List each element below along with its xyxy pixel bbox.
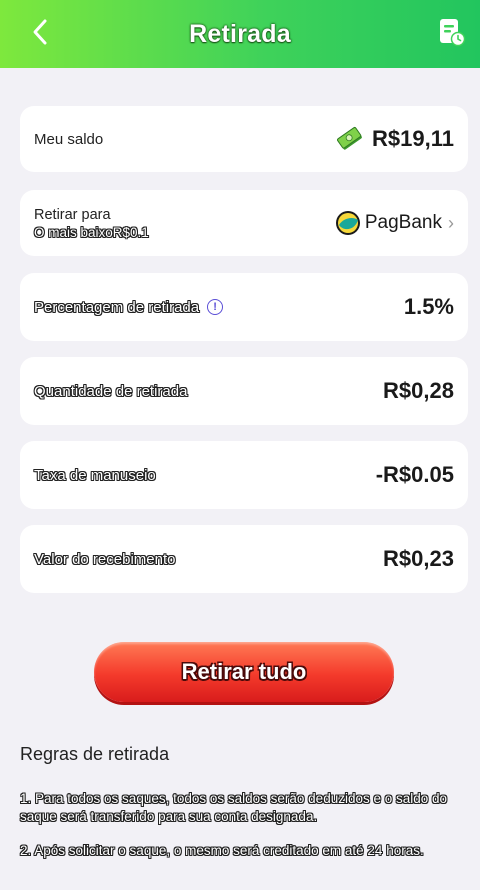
withdrawal-page: Retirada Meu saldo R$19,11 Retirar para … (0, 0, 480, 890)
receipt-label: Valor do recebimento (34, 550, 176, 568)
balance-value-group: R$19,11 (336, 125, 454, 153)
money-stack-icon (337, 127, 362, 150)
rule-item-2: 2. Após solicitar o saque, o mesmo será … (20, 843, 424, 858)
fee-label: Taxa de manuseio (34, 466, 156, 484)
rules-title: Regras de retirada (20, 744, 170, 764)
balance-card: Meu saldo R$19,11 (20, 106, 468, 172)
records-button[interactable] (436, 16, 468, 48)
minimum-amount-text: O mais baixoR$0.1 (34, 224, 149, 240)
fee-value: -R$0.05 (375, 462, 454, 487)
header-bar: Retirada (0, 0, 480, 68)
pagbank-logo-icon (335, 211, 360, 235)
quantity-value: R$0,28 (383, 378, 454, 403)
percentage-label: Percentagem de retirada (34, 298, 200, 316)
receipt-card: Valor do recebimento R$0,23 (20, 525, 468, 593)
chevron-left-icon (33, 19, 47, 45)
withdraw-all-button[interactable]: Retirar tudo (94, 642, 394, 702)
page-title: Retirada (189, 19, 291, 48)
withdraw-to-card[interactable]: Retirar para O mais baixoR$0.1 PagBank › (20, 190, 468, 256)
fee-card: Taxa de manuseio -R$0.05 (20, 441, 468, 509)
info-icon[interactable]: ! (207, 299, 224, 315)
percentage-label-group: Percentagem de retirada ! (34, 298, 224, 316)
back-button[interactable] (24, 16, 56, 48)
withdraw-to-label: Retirar para (34, 206, 111, 223)
receipt-value: R$0,23 (383, 546, 454, 571)
withdraw-all-label: Retirar tudo (181, 659, 307, 684)
percentage-card: Percentagem de retirada ! 1.5% (20, 273, 468, 341)
balance-label: Meu saldo (34, 130, 104, 148)
quantity-card: Quantidade de retirada R$0,28 (20, 357, 468, 425)
bank-name: PagBank (364, 212, 442, 233)
chevron-right-icon: › (448, 212, 454, 233)
rule-item-1: 1. Para todos os saques, todos os saldos… (20, 791, 448, 824)
balance-value: R$19,11 (372, 126, 454, 151)
records-clock-icon (440, 19, 466, 47)
bank-selector[interactable]: PagBank › (335, 210, 454, 236)
withdraw-to-text: Retirar para O mais baixoR$0.1 (34, 207, 149, 240)
percentage-value: 1.5% (403, 294, 454, 319)
quantity-label: Quantidade de retirada (34, 382, 188, 400)
